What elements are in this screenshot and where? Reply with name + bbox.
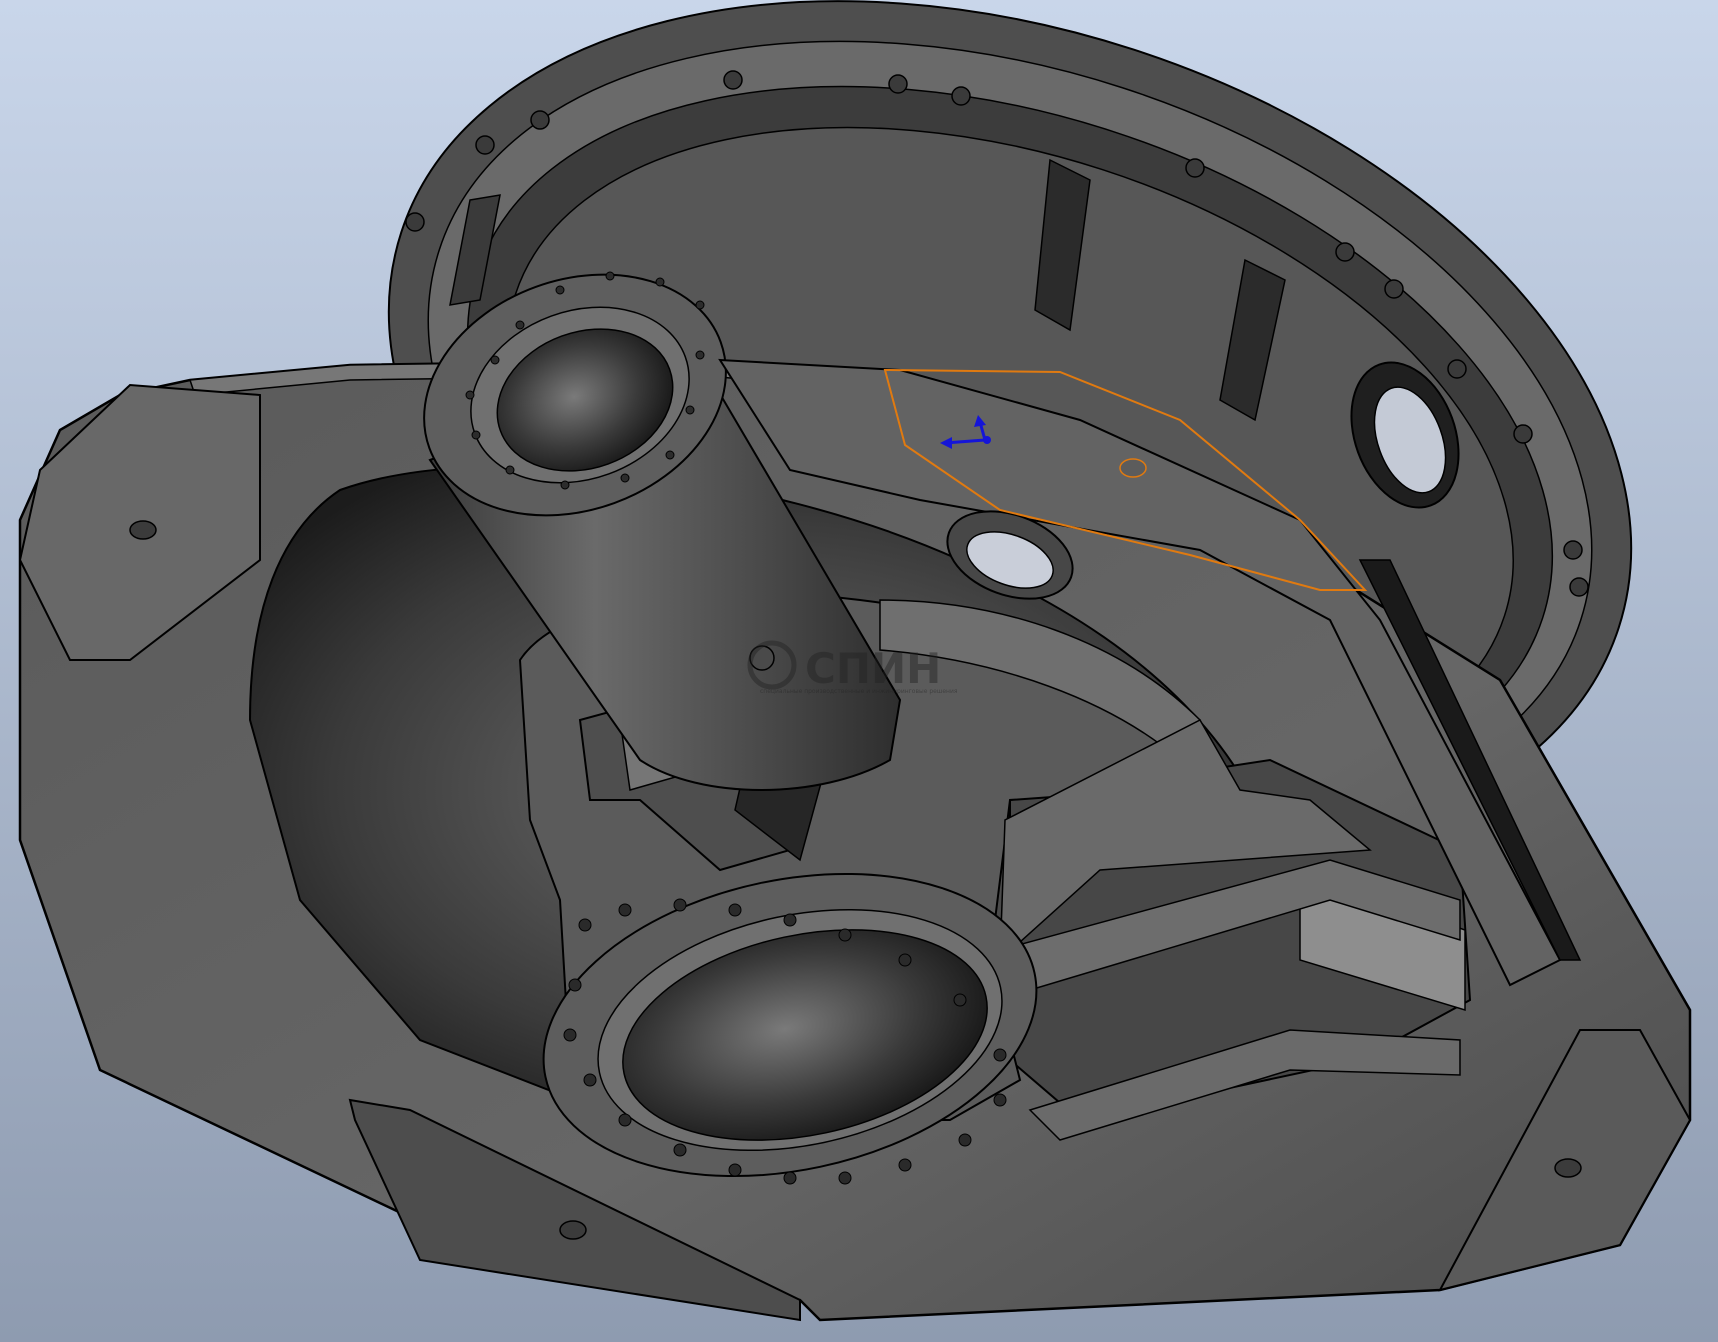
watermark-tagline: специальные производственные и инжинирин… [760, 688, 958, 695]
selected-hole[interactable] [1119, 458, 1147, 478]
graphics-viewport[interactable]: СПИН специальные производственные и инжи… [0, 0, 1718, 1342]
watermark-logo: СПИН [805, 644, 941, 693]
model-view[interactable]: СПИН специальные производственные и инжи… [0, 0, 1718, 1342]
